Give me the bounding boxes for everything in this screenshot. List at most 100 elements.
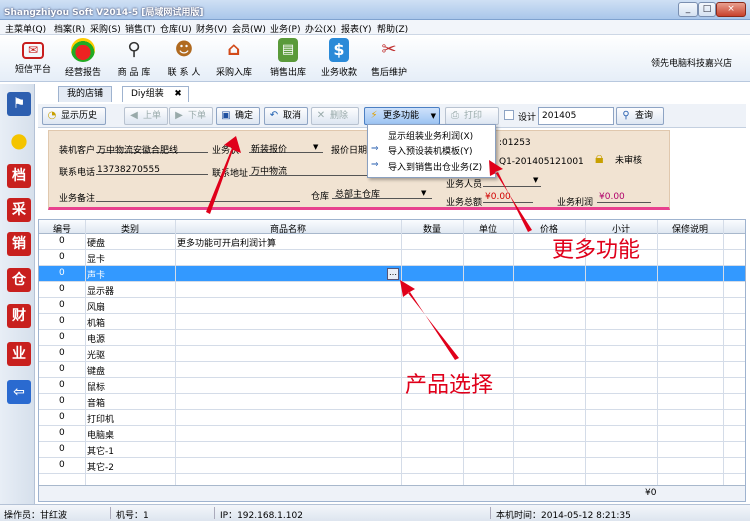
stamp-cang-icon[interactable]: 仓	[7, 268, 31, 292]
status-operator: 操作员：甘红波	[4, 511, 68, 521]
design-label: 设计	[518, 113, 537, 123]
status-label: 业务状	[212, 146, 240, 156]
main-toolbar: ✉ 短信平台 经营报告 ⚲ 商 品 库 ☻ 联 系 人 ⌂ 采购入库 ▤ 销售出…	[0, 35, 750, 82]
query-button[interactable]: ⚲ 查询	[616, 107, 664, 125]
delete-label: 删除	[330, 111, 349, 121]
cell-no: 0	[59, 444, 65, 454]
toolbar-contacts-button[interactable]: ☻ 联 系 人	[158, 38, 210, 80]
printer-icon: ⎙	[451, 110, 459, 121]
stamp-dang-icon[interactable]: 档	[7, 164, 31, 188]
cell-no: 0	[59, 332, 65, 342]
cell-category: 风扇	[87, 303, 106, 313]
menu-help[interactable]: 帮助(Z)	[377, 22, 408, 35]
stamp-ye-icon[interactable]: 业	[7, 342, 31, 366]
menu-business[interactable]: 业务(P)	[270, 22, 300, 35]
stamp-cai2-icon[interactable]: 财	[7, 304, 31, 328]
cell-no: 0	[59, 284, 65, 294]
menu-item-import-template[interactable]: 导入预设装机模板(Y)	[388, 144, 473, 157]
menu-bar: 主菜单(Q) 档案(R) 采购(S) 销售(T) 仓库(U) 财务(V) 会员(…	[0, 20, 750, 35]
menu-main[interactable]: 主菜单(Q)	[5, 22, 46, 35]
house-icon: ⌂	[227, 39, 241, 60]
menu-purchase[interactable]: 采购(S)	[90, 22, 121, 35]
menu-item-show-profit[interactable]: 显示组装业务利润(X)	[388, 129, 473, 142]
toolbar-payment-button[interactable]: $ 业务收款	[313, 38, 365, 80]
menu-archive[interactable]: 档案(R)	[54, 22, 85, 35]
toolbar-service-button[interactable]: ✂ 售后维护	[363, 38, 415, 80]
cell-category: 其它-1	[87, 447, 114, 457]
menu-sales[interactable]: 销售(T)	[125, 22, 156, 35]
cell-product-name[interactable]: 更多功能可开启利润计算	[177, 236, 276, 249]
cell-no: 0	[59, 348, 65, 358]
more-functions-button[interactable]: ⚡ 更多功能 ▼	[364, 107, 440, 125]
close-button[interactable]: ×	[716, 2, 746, 17]
status-value: 新装报价	[251, 145, 288, 155]
table-row[interactable]: 0 鼠标	[39, 378, 745, 394]
audit-status: 未审核	[615, 156, 643, 166]
tab-my-store[interactable]: 我的店铺	[58, 86, 113, 102]
cell-category: 硬盘	[87, 239, 106, 249]
menu-member[interactable]: 会员(W)	[232, 22, 266, 35]
menu-report[interactable]: 报表(Y)	[341, 22, 372, 35]
toolbar-sms-button[interactable]: ✉ 短信平台	[7, 38, 59, 80]
cancel-button[interactable]: ↶ 取消	[264, 107, 308, 125]
print-button[interactable]: ⎙ 打印	[445, 107, 499, 125]
stamp-cai-icon[interactable]: 采	[7, 198, 31, 222]
stamp-xiao-icon[interactable]: 销	[7, 232, 31, 256]
order-no-fragment: :01253	[499, 138, 531, 148]
cell-category: 打印机	[87, 415, 115, 425]
toolbar-purchase-in-button[interactable]: ⌂ 采购入库	[208, 38, 260, 80]
status-time: 本机时间：2014-05-12 8:21:35	[496, 511, 631, 521]
table-row[interactable]: 0 光驱	[39, 346, 745, 362]
table-row[interactable]: 0 电源	[39, 330, 745, 346]
company-name: 领先电脑科技嘉兴店	[650, 59, 732, 69]
show-history-button[interactable]: ◔ 显示历史	[42, 107, 106, 125]
table-row[interactable]: 0 电脑桌	[39, 426, 745, 442]
product-picker-button[interactable]: …	[387, 268, 399, 280]
title-bar: Shangzhiyou Soft V2014-5 [局域网试用版] _ □ ×	[0, 0, 750, 20]
next-button[interactable]: ▶ 下单	[169, 107, 213, 125]
tab-close-icon[interactable]: ✖	[174, 87, 182, 102]
cell-no: 0	[59, 460, 65, 470]
chevron-down-icon: ▼	[430, 112, 436, 120]
exit-icon[interactable]: ⇦	[7, 380, 31, 404]
magnifier-icon: ⚲	[127, 39, 141, 60]
table-row[interactable]: 0 键盘	[39, 362, 745, 378]
toolbar-report-button[interactable]: 经营报告	[57, 38, 109, 80]
table-row[interactable]: 0 风扇	[39, 298, 745, 314]
table-row[interactable]: 0 打印机	[39, 410, 745, 426]
tab-diy[interactable]: Diy组装 ✖	[122, 86, 189, 102]
customer-value: 万中物流安徽合肥线	[97, 146, 179, 156]
period-input[interactable]: 201405	[538, 107, 614, 125]
menu-finance[interactable]: 财务(V)	[196, 22, 227, 35]
cell-no: 0	[59, 300, 65, 310]
lock-icon: 🔒︎	[595, 148, 604, 167]
menu-office[interactable]: 办公(X)	[305, 22, 336, 35]
confirm-button[interactable]: ▣ 确定	[216, 107, 260, 125]
address-label: 联系地址	[212, 169, 249, 179]
flag-icon[interactable]: ⚑	[7, 92, 31, 116]
order-form: 装机客户 万中物流安徽合肥线 业务状 新装报价 ▼ 报价日期 :01253 Q1…	[48, 130, 670, 210]
clock-icon: ◔	[47, 110, 57, 121]
maximize-button[interactable]: □	[698, 2, 716, 17]
toolbar-label: 经营报告	[64, 68, 101, 78]
minimize-button[interactable]: _	[678, 2, 698, 17]
table-row[interactable]: 0 其它-1	[39, 442, 745, 458]
bulb-icon[interactable]: ●	[7, 128, 31, 152]
delete-button[interactable]: ✕ 删除	[311, 107, 359, 125]
design-checkbox[interactable]	[504, 110, 514, 120]
table-row[interactable]: 0 其它-2	[39, 458, 745, 474]
menu-item-import-sales[interactable]: 导入到销售出仓业务(Z)	[388, 160, 482, 173]
table-row[interactable]: 0 音箱	[39, 394, 745, 410]
annotation-product-select: 产品选择	[405, 373, 494, 398]
more-functions-menu: 显示组装业务利润(X) ⇒ 导入预设装机模板(Y) ⇒ 导入到销售出仓业务(Z)	[367, 124, 496, 178]
remark-field[interactable]	[96, 190, 300, 202]
cell-category: 声卡	[87, 271, 106, 281]
toolbar-products-button[interactable]: ⚲ 商 品 库	[108, 38, 160, 80]
print-label: 打印	[464, 111, 483, 121]
toolbar-sales-out-button[interactable]: ▤ 销售出库	[262, 38, 314, 80]
menu-warehouse[interactable]: 仓库(U)	[160, 22, 192, 35]
prev-button[interactable]: ◀ 上单	[124, 107, 168, 125]
table-row[interactable]: 0 机箱	[39, 314, 745, 330]
bill-no-fragment: Q1-201405121001	[499, 157, 584, 167]
table-row[interactable]: 0 显示器	[39, 282, 745, 298]
